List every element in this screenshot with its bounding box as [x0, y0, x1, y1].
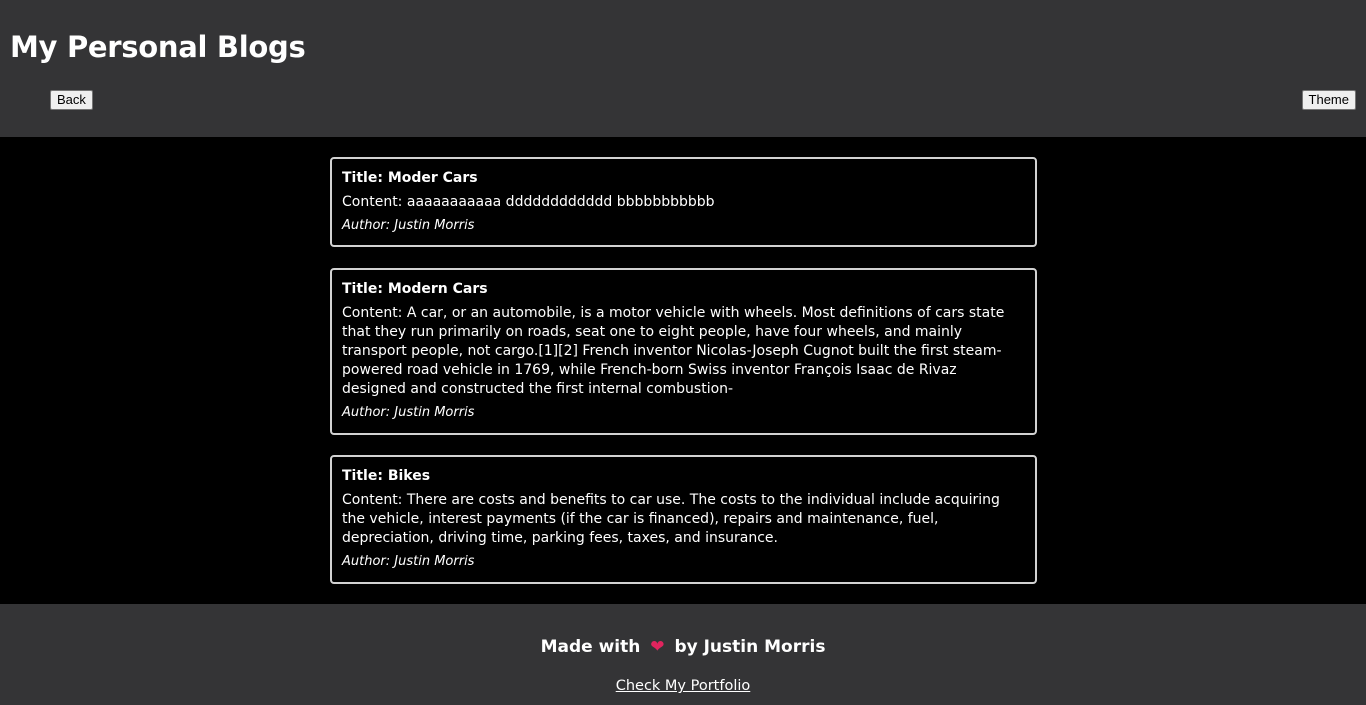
by-author-text: by Justin Morris	[674, 637, 826, 657]
title-prefix: Title:	[342, 170, 388, 186]
heart-icon: ❤	[650, 637, 665, 657]
author-prefix: Author:	[342, 554, 395, 569]
blog-content: Content: There are costs and benefits to…	[342, 491, 1025, 548]
blog-author-text: Justin Morris	[394, 554, 475, 569]
blog-card: Title: Modern Cars Content: A car, or an…	[330, 268, 1037, 435]
site-header: My Personal Blogs Back Theme	[0, 0, 1366, 137]
blog-title-text: Modern Cars	[387, 281, 488, 297]
title-prefix: Title:	[342, 281, 388, 297]
content-prefix: Content:	[342, 194, 407, 210]
blog-content-text: There are costs and benefits to car use.…	[342, 492, 1000, 546]
blog-author: Author: Justin Morris	[342, 553, 1025, 571]
blog-card: Title: Moder Cars Content: aaaaaaaaaaa d…	[330, 157, 1037, 247]
author-prefix: Author:	[342, 405, 395, 420]
blog-title: Title: Moder Cars	[342, 169, 1025, 188]
blog-card: Title: Bikes Content: There are costs an…	[330, 455, 1037, 584]
title-prefix: Title:	[342, 468, 388, 484]
blog-content-text: A car, or an automobile, is a motor vehi…	[342, 305, 1005, 397]
portfolio-link[interactable]: Check My Portfolio	[0, 677, 1366, 695]
blog-author-text: Justin Morris	[394, 218, 475, 233]
blog-list: Title: Moder Cars Content: aaaaaaaaaaa d…	[0, 137, 1366, 604]
author-prefix: Author:	[342, 218, 395, 233]
blog-author-text: Justin Morris	[394, 405, 475, 420]
blog-content-text: aaaaaaaaaaa dddddddddddd bbbbbbbbbbb	[406, 194, 715, 210]
content-prefix: Content:	[342, 305, 407, 321]
back-button[interactable]: Back	[50, 90, 93, 110]
footer-credit: Made with ❤ by Justin Morris	[0, 636, 1366, 658]
blog-content: Content: A car, or an automobile, is a m…	[342, 304, 1025, 399]
blog-title: Title: Modern Cars	[342, 280, 1025, 299]
made-with-text: Made with	[540, 637, 641, 657]
blog-content: Content: aaaaaaaaaaa dddddddddddd bbbbbb…	[342, 193, 1025, 212]
blog-title: Title: Bikes	[342, 467, 1025, 486]
blog-author: Author: Justin Morris	[342, 217, 1025, 235]
content-prefix: Content:	[342, 492, 407, 508]
blog-title-text: Bikes	[387, 468, 431, 484]
blog-author: Author: Justin Morris	[342, 404, 1025, 422]
page-title: My Personal Blogs	[10, 30, 306, 64]
theme-button[interactable]: Theme	[1301, 90, 1356, 110]
blog-title-text: Moder Cars	[387, 170, 478, 186]
site-footer: Made with ❤ by Justin Morris Check My Po…	[0, 604, 1366, 705]
